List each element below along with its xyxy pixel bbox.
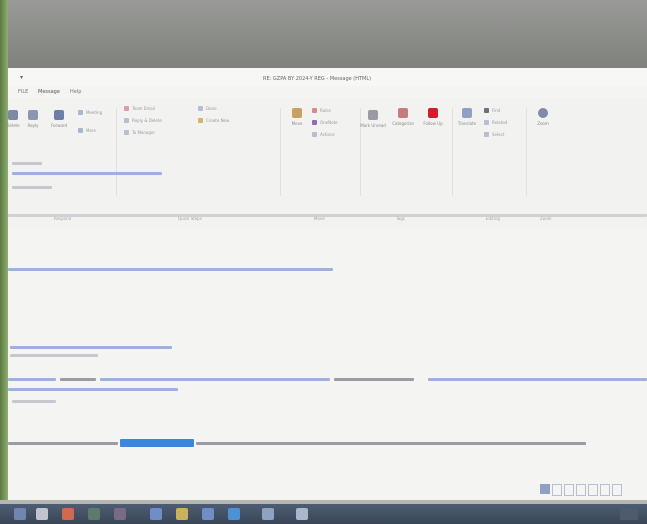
- ribbon-separator: [360, 108, 361, 196]
- forward-button[interactable]: Forward: [48, 110, 70, 128]
- background-wall: [0, 0, 647, 70]
- envelope-icon: [368, 110, 378, 120]
- move-button[interactable]: Move: [286, 108, 308, 126]
- translate-button[interactable]: Translate: [456, 108, 478, 126]
- mark-unread-button[interactable]: Mark Unread: [360, 110, 386, 128]
- quick-step-team-email[interactable]: Team Email: [124, 106, 155, 111]
- actions-icon: [312, 132, 317, 137]
- quick-step-reply-delete[interactable]: Reply & Delete: [124, 118, 162, 123]
- app-icon[interactable]: [262, 508, 274, 520]
- flag-icon: [428, 108, 438, 118]
- select-icon: [484, 132, 489, 137]
- meeting-button[interactable]: Meeting: [78, 110, 102, 115]
- reply-icon: [28, 110, 38, 120]
- trash-icon: [8, 110, 18, 120]
- rules-icon: [312, 108, 317, 113]
- recipient-name: [60, 378, 96, 381]
- onenote-icon: [312, 120, 317, 125]
- ribbon-separator: [116, 108, 117, 196]
- header-field: [12, 162, 42, 165]
- tab-file[interactable]: FILE: [18, 89, 28, 95]
- quoted-body-text: [8, 442, 118, 445]
- app-icon[interactable]: [150, 508, 162, 520]
- message-body-line: [8, 268, 333, 271]
- sent-timestamp: [12, 186, 52, 189]
- start-icon[interactable]: [14, 508, 26, 520]
- cc-recipients[interactable]: [428, 378, 647, 381]
- actions-button[interactable]: Actions: [312, 132, 335, 137]
- reply-delete-icon: [124, 118, 129, 123]
- reply-button[interactable]: Reply: [22, 110, 44, 128]
- scroll-indicator: [540, 484, 622, 496]
- category-icon: [398, 108, 408, 118]
- message-body-line: [8, 214, 647, 217]
- recipient-link[interactable]: [8, 378, 56, 381]
- related-icon: [484, 120, 489, 125]
- ribbon-separator: [280, 108, 281, 196]
- quoted-subject: [12, 400, 56, 403]
- ribbon-separator: [526, 108, 527, 196]
- more-respond-button[interactable]: More: [78, 128, 96, 133]
- outlook-message-window: ▾ RE: GZPA BY 2024-Y REG - Message (HTML…: [6, 68, 647, 504]
- app-icon[interactable]: [88, 508, 100, 520]
- outlook-icon[interactable]: [228, 508, 240, 520]
- rules-button[interactable]: Rules: [312, 108, 331, 113]
- onenote-button[interactable]: OneNote: [312, 120, 338, 125]
- delete-button[interactable]: Delete: [2, 110, 24, 128]
- text-selection[interactable]: [120, 439, 194, 447]
- tab-help[interactable]: Help: [70, 89, 81, 95]
- system-tray[interactable]: [620, 508, 638, 520]
- more-icon: [78, 128, 83, 133]
- search-icon[interactable]: [36, 508, 48, 520]
- ribbon: Delete Reply Forward Meeting More Respon…: [6, 98, 647, 228]
- follow-up-button[interactable]: Follow Up: [422, 108, 444, 126]
- quick-step-create-new[interactable]: Create New: [198, 118, 229, 123]
- quick-step-to-manager[interactable]: To Manager: [124, 130, 155, 135]
- team-icon: [124, 106, 129, 111]
- sender-address[interactable]: [12, 172, 162, 175]
- translate-icon: [462, 108, 472, 118]
- recipient-name: [334, 378, 414, 381]
- quick-step-done[interactable]: Done: [198, 106, 217, 111]
- ribbon-separator: [452, 108, 453, 196]
- categorize-button[interactable]: Categorize: [392, 108, 414, 126]
- related-button[interactable]: Related: [484, 120, 507, 125]
- app-icon[interactable]: [176, 508, 188, 520]
- calendar-icon: [78, 110, 83, 115]
- check-icon: [198, 106, 203, 111]
- quoted-from-address[interactable]: [10, 346, 172, 349]
- app-icon[interactable]: [202, 508, 214, 520]
- lightning-icon: [198, 118, 203, 123]
- taskbar: [0, 504, 647, 524]
- recipient-list[interactable]: [100, 378, 330, 381]
- manager-icon: [124, 130, 129, 135]
- app-icon[interactable]: [62, 508, 74, 520]
- find-button[interactable]: Find: [484, 108, 500, 113]
- quoted-sent-date: [10, 354, 98, 357]
- app-icon[interactable]: [296, 508, 308, 520]
- monitor-bezel-left: [0, 0, 8, 524]
- forward-icon: [54, 110, 64, 120]
- quoted-body-text: [196, 442, 586, 445]
- ribbon-tabs: FILE Message Help: [8, 86, 647, 98]
- cc-recipients[interactable]: [8, 388, 178, 391]
- zoom-icon: [538, 108, 548, 118]
- move-icon: [292, 108, 302, 118]
- title-bar: ▾ RE: GZPA BY 2024-Y REG - Message (HTML…: [8, 68, 647, 86]
- zoom-button[interactable]: Zoom: [532, 108, 554, 126]
- window-title: RE: GZPA BY 2024-Y REG - Message (HTML): [263, 76, 372, 82]
- tab-message[interactable]: Message: [38, 89, 60, 95]
- app-icon[interactable]: [114, 508, 126, 520]
- quick-access-toolbar[interactable]: ▾: [20, 74, 23, 81]
- find-icon: [484, 108, 489, 113]
- select-button[interactable]: Select: [484, 132, 504, 137]
